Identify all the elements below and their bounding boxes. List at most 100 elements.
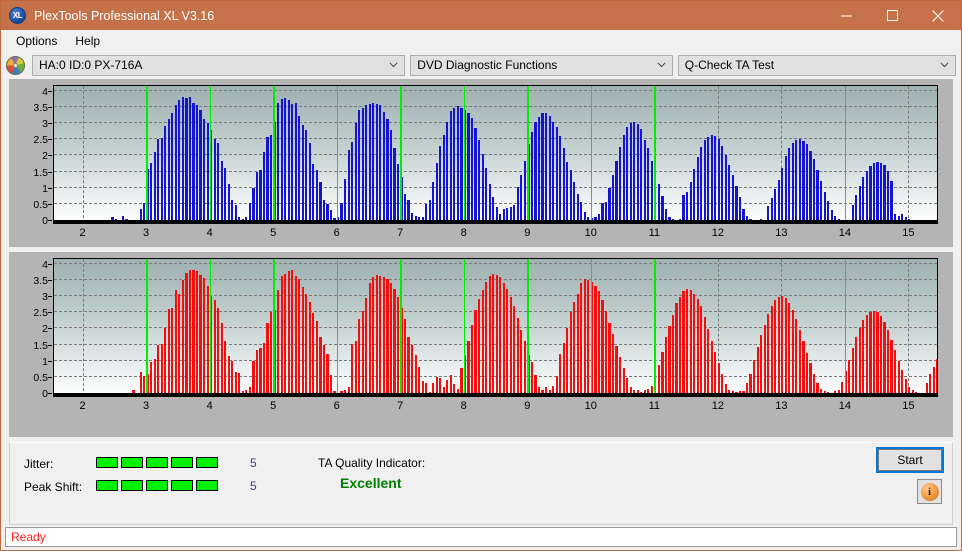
chart-bar: [848, 360, 851, 393]
chart-bar: [530, 362, 534, 393]
chart-bar: [456, 106, 460, 220]
chart-bar: [280, 276, 283, 393]
chart-bar: [344, 178, 347, 220]
chevron-down-icon: [940, 62, 949, 68]
chart-bar: [326, 354, 329, 393]
sector-marker: [146, 86, 148, 223]
chart-bar: [389, 282, 393, 393]
chart-bar: [227, 183, 230, 220]
sector-marker: [146, 259, 148, 396]
chart-bar: [562, 342, 565, 393]
chart-bar: [361, 310, 364, 393]
chart-bar: [781, 295, 784, 393]
function-select[interactable]: DVD Diagnostic Functions: [410, 54, 673, 76]
chart-bar: [611, 334, 615, 393]
chart-bar: [368, 282, 371, 393]
app-logo-text: XL: [12, 11, 23, 20]
chart-bar: [735, 186, 738, 220]
meter-segment: [171, 457, 193, 468]
chart-bar: [700, 306, 703, 393]
chart-bar: [611, 175, 615, 220]
chart-bar: [534, 375, 537, 393]
chart-bar: [160, 137, 163, 220]
gridline-horizontal: [54, 262, 937, 264]
x-axis-tick-label: 6: [333, 227, 340, 239]
chart-bar: [795, 318, 798, 393]
chart-bar: [728, 165, 731, 220]
chart-bar: [188, 97, 192, 220]
chart-bar: [809, 363, 812, 393]
chart-bar: [382, 111, 385, 220]
chart-bar: [291, 270, 294, 393]
meter-segment: [171, 480, 193, 491]
chart-bar: [788, 302, 791, 393]
peak-shift-meter: [96, 480, 218, 491]
menu-item-help[interactable]: Help: [66, 32, 109, 50]
chart-bar: [661, 351, 664, 393]
chart-bar: [886, 170, 890, 220]
chart-bar: [280, 98, 283, 220]
chart-bar: [382, 277, 385, 393]
sector-marker: [844, 259, 847, 396]
chart-bar: [386, 279, 389, 393]
chart-bar: [668, 325, 671, 393]
chart-bar: [552, 121, 555, 220]
x-axis-tick-label: 11: [648, 227, 661, 239]
chart-bar: [192, 103, 195, 220]
chart-bar: [150, 362, 153, 393]
chart-bar: [703, 317, 706, 393]
y-axis-tick-label: 1.5: [33, 166, 48, 179]
chart-bar: [583, 279, 586, 393]
chart-bar: [481, 153, 484, 220]
y-axis-tick-label: 3.5: [33, 102, 48, 114]
chart-bar: [682, 194, 685, 220]
chart-bar: [319, 337, 322, 393]
chart-bar: [805, 352, 809, 393]
x-axis-tick-label: 4: [206, 400, 213, 412]
menu-item-options[interactable]: Options: [7, 32, 66, 50]
chart-bar: [157, 138, 160, 220]
chart-bar: [520, 175, 523, 220]
plot-area: [53, 85, 938, 224]
y-axis-tick-label: 3.5: [33, 275, 48, 287]
chart-bar: [929, 374, 932, 393]
x-axis-tick-label: 12: [711, 227, 724, 239]
plot-area: [53, 258, 938, 397]
chart-bar: [206, 285, 209, 393]
chart-bar: [407, 199, 410, 220]
meter-segment: [196, 480, 218, 491]
start-button[interactable]: Start: [876, 447, 944, 473]
chart-bar: [573, 301, 576, 393]
chart-bar: [220, 322, 223, 393]
chart-bar: [178, 99, 181, 220]
y-axis-tick: [48, 107, 52, 108]
chart-bar: [439, 377, 442, 393]
chart-bar: [174, 290, 177, 393]
chart-bar: [615, 161, 618, 220]
meter-segment: [196, 457, 218, 468]
y-axis-tick-label: 1.5: [33, 339, 48, 352]
chart-bar: [425, 383, 428, 393]
chart-bar: [259, 348, 262, 393]
chart-bar: [516, 318, 519, 393]
chart-bar: [664, 337, 668, 393]
chart-bar: [777, 179, 780, 220]
chart-bar: [555, 127, 558, 220]
maximize-icon[interactable]: [869, 1, 915, 30]
minimize-icon[interactable]: [823, 1, 869, 30]
drive-select[interactable]: HA:0 ID:0 PX-716A: [32, 54, 406, 76]
info-button[interactable]: i: [917, 479, 942, 504]
close-icon[interactable]: [915, 1, 961, 30]
chart-bar: [805, 144, 809, 220]
chart-bar: [731, 175, 735, 220]
test-select[interactable]: Q-Check TA Test: [677, 54, 956, 76]
y-axis-tick-label: 4: [42, 258, 48, 271]
chart-bar: [777, 296, 780, 393]
chart-bar: [365, 105, 368, 220]
gridline-vertical: [908, 259, 910, 396]
y-axis-tick: [48, 376, 52, 378]
sector-marker: [590, 86, 593, 223]
chart-bar: [157, 345, 160, 393]
chart-bar: [686, 191, 689, 220]
window-title: PlexTools Professional XL V3.16: [34, 8, 215, 23]
